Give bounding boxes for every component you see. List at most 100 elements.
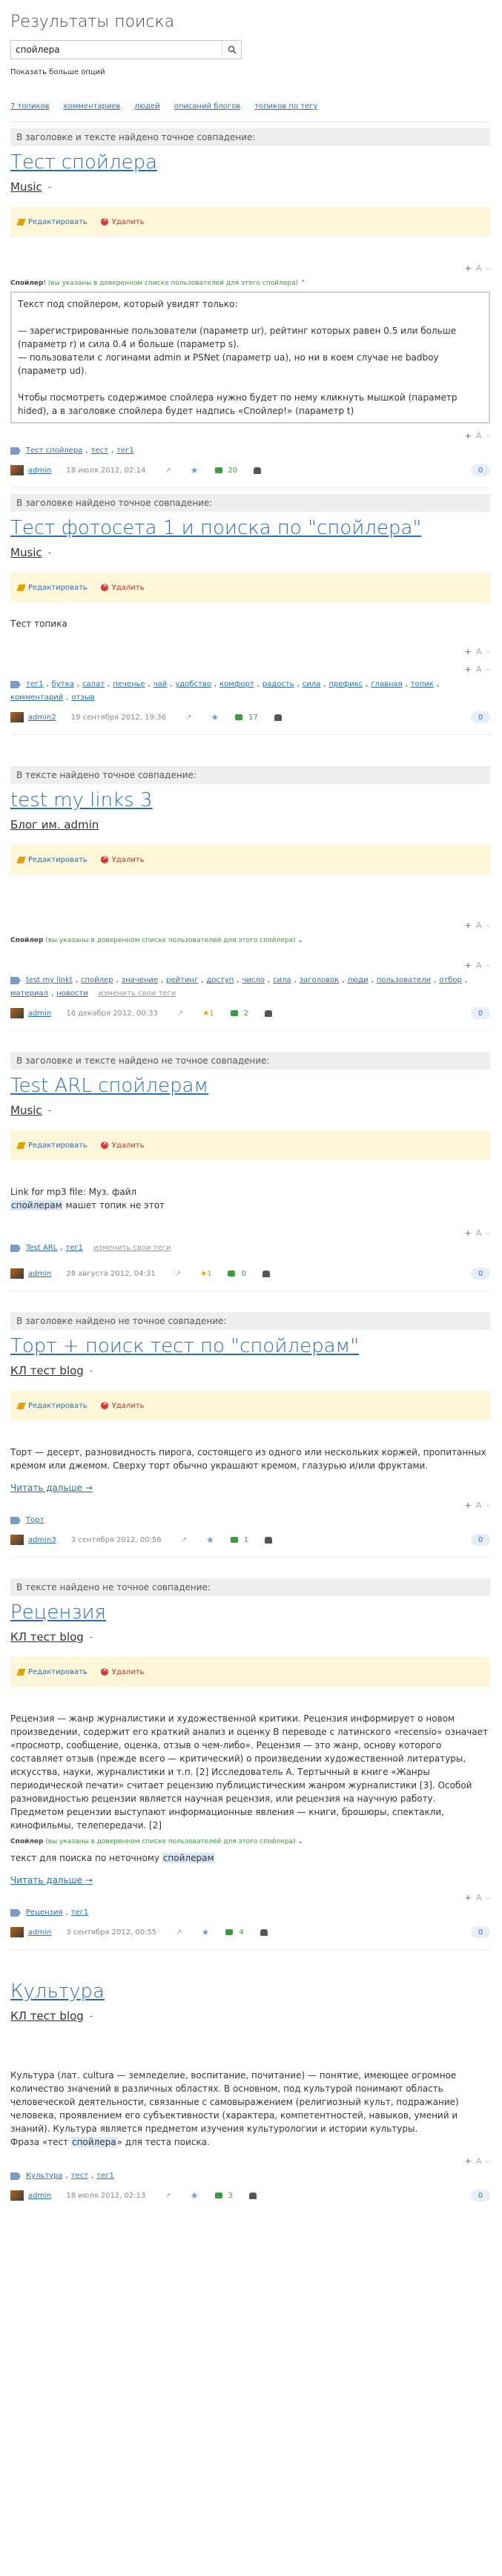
plus-icon[interactable]: + — [465, 2156, 472, 2166]
filter-tab-topics-by-tag[interactable]: топиков по тегу — [254, 102, 317, 119]
comments-link[interactable]: 2 — [230, 1009, 248, 1018]
tag-link[interactable]: число — [242, 975, 264, 986]
tag-link[interactable]: отбор — [439, 975, 462, 986]
favourite-star-icon[interactable]: ★ — [191, 2190, 199, 2201]
tag-link[interactable]: тег1 — [71, 1908, 89, 1918]
author-link[interactable]: admin2 — [28, 714, 56, 722]
tag-link[interactable]: Test ARL — [26, 1243, 57, 1254]
font-size-icon[interactable]: A — [476, 961, 482, 970]
font-size-icon[interactable]: A — [476, 1228, 482, 1238]
tag-link[interactable]: печенье — [113, 679, 145, 690]
minus-icon[interactable]: – — [486, 1228, 491, 1238]
tag-link[interactable]: пользователи — [377, 975, 431, 986]
tag-link[interactable]: сила — [273, 975, 291, 986]
favourite-star-icon[interactable]: ★ — [206, 1535, 214, 1545]
font-size-icon[interactable]: A — [476, 647, 482, 656]
more-options-link[interactable]: Показать больше опций — [10, 68, 105, 83]
read-more-link[interactable]: Читать дальше → — [10, 1875, 93, 1885]
read-more-link[interactable]: Читать дальше → — [10, 1483, 93, 1493]
tag-link[interactable]: комфорт — [219, 679, 254, 690]
avatar[interactable] — [10, 2190, 24, 2201]
tag-link[interactable]: главная — [371, 679, 402, 690]
topic-title-link[interactable]: Торт + поиск тест по "спойлерам" — [10, 1333, 490, 1360]
delete-button[interactable]: Удалить — [100, 1140, 145, 1150]
blog-link[interactable]: КЛ тест blog — [10, 1630, 84, 1644]
tag-link[interactable]: доступ — [206, 975, 234, 986]
people-icon[interactable] — [262, 1270, 270, 1277]
comments-link[interactable]: 0 — [228, 1270, 246, 1278]
plus-icon[interactable]: + — [465, 920, 472, 930]
tag-link[interactable]: Рецензия — [26, 1908, 63, 1918]
edit-button[interactable]: Редактировать — [16, 584, 87, 592]
tag-link[interactable]: топик — [411, 679, 434, 690]
topic-title-link[interactable]: Культура — [10, 1978, 490, 2005]
tag-link[interactable]: бутка — [52, 679, 74, 690]
tag-link[interactable]: чай — [153, 679, 168, 690]
avatar[interactable] — [10, 1268, 24, 1279]
blog-link[interactable]: Music — [10, 180, 42, 194]
share-icon[interactable]: ↗ — [185, 714, 191, 722]
tag-link[interactable]: Культура — [26, 2171, 63, 2181]
share-icon[interactable]: ↗ — [165, 2192, 171, 2200]
comments-link[interactable]: 1 — [230, 1536, 248, 1544]
avatar[interactable] — [10, 712, 24, 722]
plus-icon[interactable]: + — [465, 1228, 472, 1238]
tag-link[interactable]: отзыв — [71, 693, 94, 703]
tag-link[interactable]: удобство — [175, 679, 211, 690]
plus-icon[interactable]: + — [465, 431, 472, 441]
font-size-icon[interactable]: A — [476, 431, 482, 441]
tag-link[interactable]: test my linkt — [26, 975, 73, 986]
favourite-star-icon[interactable]: ★ — [202, 1927, 210, 1937]
avatar[interactable] — [10, 1535, 24, 1545]
blog-link[interactable]: Music — [10, 1104, 42, 1117]
avatar[interactable] — [10, 465, 24, 475]
tag-link[interactable]: префикс — [329, 679, 363, 690]
plus-icon[interactable]: + — [465, 263, 472, 273]
blog-link[interactable]: КЛ тест blog — [10, 2009, 84, 2023]
tag-link[interactable]: радость — [262, 679, 294, 690]
topic-title-link[interactable]: Тест фотосета 1 и поиска по "спойлера" — [10, 515, 490, 541]
search-input[interactable] — [11, 41, 222, 59]
delete-button[interactable]: Удалить — [100, 582, 145, 592]
minus-icon[interactable]: – — [486, 431, 491, 441]
tag-link[interactable]: тег1 — [26, 679, 44, 690]
minus-icon[interactable]: – — [486, 1893, 491, 1903]
vote-star-icon[interactable]: ★1 — [202, 1009, 214, 1018]
share-icon[interactable]: ↗ — [165, 467, 171, 475]
font-size-icon[interactable]: A — [476, 920, 482, 930]
minus-icon[interactable]: – — [486, 1501, 491, 1510]
tag-link[interactable]: комментарий — [10, 693, 63, 703]
tag-link[interactable]: Торт — [26, 1515, 44, 1526]
filter-tab-people[interactable]: людей — [134, 102, 159, 119]
share-icon[interactable]: ↗ — [177, 1009, 183, 1018]
plus-icon[interactable]: + — [465, 961, 472, 970]
vote-star-icon[interactable]: ★1 — [200, 1270, 211, 1278]
tag-link[interactable]: Тест спойлера — [26, 446, 82, 456]
filter-tab-topics[interactable]: 7 топиков — [10, 102, 50, 119]
people-icon[interactable] — [265, 1536, 273, 1544]
edit-my-tags-link[interactable]: изменить свои теги — [93, 1243, 171, 1254]
tag-link[interactable]: рейтинг — [166, 975, 198, 986]
author-link[interactable]: admin — [28, 1270, 51, 1278]
people-icon[interactable] — [260, 1928, 268, 1936]
tag-link[interactable]: материал — [10, 989, 48, 999]
font-size-icon[interactable]: A — [476, 1893, 482, 1903]
edit-button[interactable]: Редактировать — [16, 218, 87, 226]
topic-title-link[interactable]: Рецензия — [10, 1599, 490, 1626]
author-link[interactable]: admin — [28, 467, 51, 475]
favourite-star-icon[interactable]: ★ — [211, 712, 219, 722]
tag-link[interactable]: тег1 — [96, 2171, 114, 2181]
blog-link[interactable]: КЛ тест blog — [10, 1364, 84, 1377]
tag-link[interactable]: сила — [303, 679, 321, 690]
minus-icon[interactable]: – — [486, 961, 491, 970]
author-link[interactable]: admin — [28, 2192, 51, 2200]
share-icon[interactable]: ↗ — [175, 1270, 181, 1278]
font-size-icon[interactable]: A — [476, 263, 482, 273]
minus-icon[interactable]: – — [486, 920, 491, 930]
author-link[interactable]: admin3 — [28, 1536, 56, 1544]
font-size-icon[interactable]: A — [476, 1501, 482, 1510]
blog-link[interactable]: Music — [10, 546, 42, 559]
minus-icon[interactable]: – — [486, 665, 491, 674]
filter-tab-blog-descriptions[interactable]: описаний блогов — [174, 102, 240, 119]
people-icon[interactable] — [248, 2192, 257, 2199]
